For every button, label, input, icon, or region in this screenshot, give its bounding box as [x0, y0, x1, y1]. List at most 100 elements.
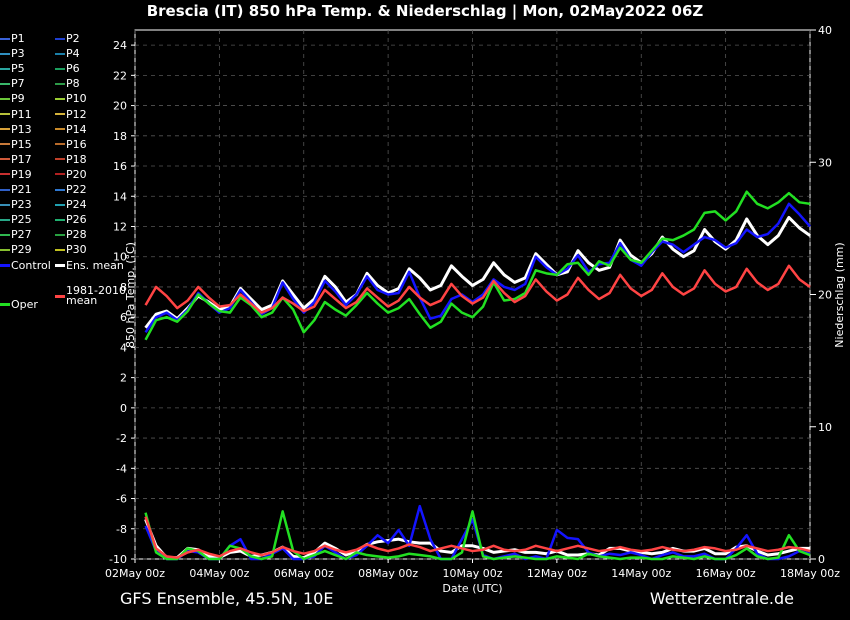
legend-label: P28 — [66, 228, 87, 242]
legend-swatch — [0, 263, 10, 267]
legend-item: P16 — [55, 138, 87, 151]
legend-item: P28 — [55, 228, 87, 241]
y-tick-label: -8 — [116, 523, 127, 536]
legend-swatch — [55, 203, 65, 206]
y-tick-label: 2 — [120, 372, 127, 385]
y2-axis-label: Niederschlag (mm) — [833, 242, 846, 347]
legend-swatch — [55, 188, 65, 191]
legend-label: P15 — [11, 137, 32, 151]
legend-swatch — [55, 248, 65, 251]
x-tick-label: 16May 00z — [696, 567, 756, 580]
legend-label: P21 — [11, 183, 32, 196]
legend-label: P29 — [11, 243, 32, 257]
legend-swatch — [55, 97, 65, 100]
legend-swatch — [55, 218, 65, 221]
legend-item: P17 — [0, 153, 32, 166]
legend-item: P27 — [0, 228, 32, 241]
legend-label: Oper — [11, 298, 38, 311]
legend-swatch — [55, 67, 65, 70]
legend-item: P13 — [0, 123, 32, 136]
temp-line-1981-2010-mean — [144, 264, 811, 314]
legend-item: P30 — [55, 243, 87, 256]
legend-swatch — [0, 248, 10, 251]
legend-label: P6 — [66, 62, 80, 76]
legend-item: P21 — [0, 183, 32, 196]
legend-label: Control — [11, 258, 51, 272]
legend-swatch — [55, 294, 65, 298]
legend-item: P19 — [0, 168, 32, 181]
y-tick-label: -6 — [116, 493, 127, 506]
x-axis-label: Date (UTC) — [442, 582, 502, 595]
legend-label: P10 — [66, 92, 87, 106]
legend-swatch — [0, 113, 10, 115]
legend-item: P23 — [0, 198, 32, 211]
legend-label: P1 — [11, 32, 25, 45]
legend-swatch — [55, 233, 65, 236]
legend-item: P6 — [55, 62, 80, 75]
legend-label: 1981-2010 mean — [66, 284, 126, 307]
legend-label: P16 — [66, 137, 87, 151]
y-tick-label: 18 — [113, 130, 127, 143]
legend-item: Oper — [0, 298, 38, 311]
footer-model-info: GFS Ensemble, 45.5N, 10E — [120, 589, 334, 608]
legend-label: P11 — [11, 107, 32, 121]
legend-swatch — [55, 143, 65, 146]
legend-label: P22 — [66, 183, 87, 196]
legend-label: P18 — [66, 152, 87, 166]
legend-swatch — [55, 37, 65, 40]
legend-swatch — [55, 128, 65, 131]
legend-item: 1981-2010 mean — [55, 284, 126, 307]
legend-swatch — [0, 67, 10, 70]
legend-label: P3 — [11, 47, 25, 61]
x-tick-label: 04May 00z — [189, 567, 249, 580]
legend-item: P3 — [0, 47, 25, 60]
legend-item: P26 — [55, 213, 87, 226]
legend-item: P10 — [55, 92, 87, 105]
x-tick-label: 10May 00z — [442, 567, 502, 580]
legend-item: P5 — [0, 62, 25, 75]
legend-label: P13 — [11, 122, 32, 136]
legend-label: P24 — [66, 198, 87, 212]
y2-tick-label: 10 — [818, 421, 832, 434]
legend-item: P22 — [55, 183, 87, 196]
y-tick-label: 22 — [113, 69, 127, 82]
legend-swatch — [55, 173, 65, 176]
legend-item: P12 — [55, 108, 87, 121]
y-tick-label: -10 — [109, 553, 127, 566]
y-tick-label: 0 — [120, 402, 127, 415]
legend-label: P2 — [66, 32, 80, 45]
legend-item: P24 — [55, 198, 87, 211]
x-tick-label: 02May 00z — [105, 567, 165, 580]
y-tick-label: 16 — [113, 160, 127, 173]
legend-item: P25 — [0, 213, 32, 226]
y2-tick-label: 40 — [818, 24, 832, 37]
legend-label: P23 — [11, 198, 32, 212]
legend-item: P1 — [0, 32, 25, 45]
legend-label: Ens. mean — [66, 258, 124, 272]
legend-label: P30 — [66, 243, 87, 257]
legend-label: P17 — [11, 152, 32, 166]
legend-swatch — [0, 128, 10, 131]
legend-label: P9 — [11, 92, 25, 106]
legend-label: P27 — [11, 228, 32, 242]
chart-svg: -10-8-6-4-202468101214161820222402May 00… — [105, 24, 846, 595]
y-tick-label: 20 — [113, 100, 127, 113]
legend-item: P20 — [55, 168, 87, 181]
legend-item: P2 — [55, 32, 80, 45]
legend-label: P19 — [11, 167, 32, 181]
y-tick-label: 12 — [113, 220, 127, 233]
legend-swatch — [0, 203, 10, 206]
y2-tick-label: 20 — [818, 289, 832, 302]
y2-tick-label: 0 — [818, 553, 825, 566]
legend-swatch — [0, 188, 10, 191]
legend-swatch — [0, 158, 10, 161]
legend-item: P29 — [0, 243, 32, 256]
legend-swatch — [55, 82, 65, 85]
legend-item: P15 — [0, 138, 32, 151]
legend-swatch — [0, 37, 10, 40]
x-tick-label: 06May 00z — [274, 567, 334, 580]
x-tick-label: 08May 00z — [358, 567, 418, 580]
legend-label: P7 — [11, 77, 25, 91]
legend-label: P5 — [11, 62, 25, 76]
legend-swatch — [55, 113, 65, 115]
